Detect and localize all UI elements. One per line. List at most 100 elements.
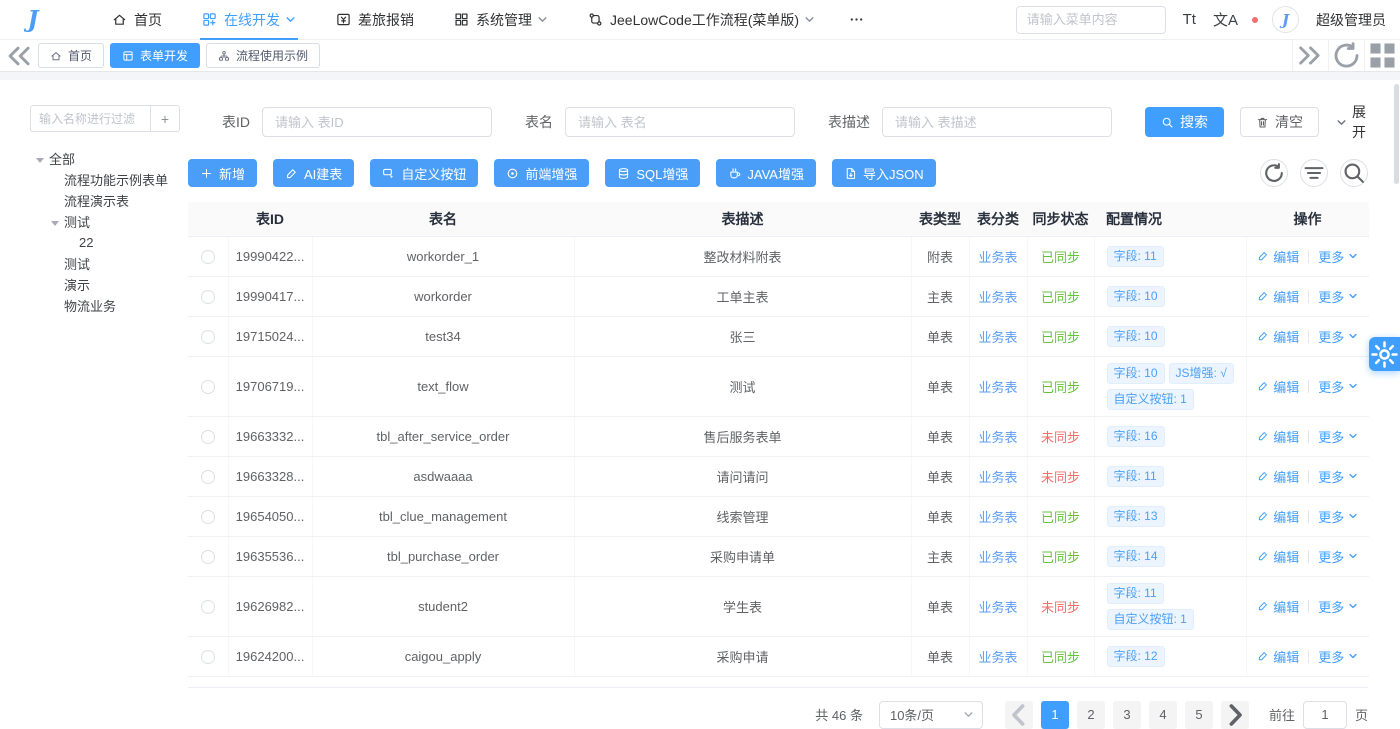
more-button[interactable]: 更多 xyxy=(1318,467,1358,486)
toolbar-button-6[interactable]: 导入JSON xyxy=(832,159,936,187)
clear-button[interactable]: 清空 xyxy=(1240,107,1319,137)
tree-node-4[interactable]: 22 xyxy=(30,232,180,253)
search-field-input-0[interactable] xyxy=(262,107,492,137)
nav-item-0[interactable]: 首页 xyxy=(92,0,182,39)
toolbar-button-3[interactable]: 前端增强 xyxy=(494,159,589,187)
more-button[interactable]: 更多 xyxy=(1318,377,1358,396)
more-button[interactable]: 更多 xyxy=(1318,247,1358,266)
row-radio[interactable] xyxy=(201,380,215,394)
more-button[interactable]: 更多 xyxy=(1318,427,1358,446)
table-row-7[interactable]: 19635536...tbl_purchase_order采购申请单主表业务表已… xyxy=(188,536,1369,576)
cell-table-category[interactable]: 业务表 xyxy=(969,576,1027,636)
nav-item-2[interactable]: 差旅报销 xyxy=(316,0,434,39)
cell-table-category[interactable]: 业务表 xyxy=(969,496,1027,536)
row-radio[interactable] xyxy=(201,250,215,264)
page-button-1[interactable]: 1 xyxy=(1041,701,1069,729)
table-row-6[interactable]: 19654050...tbl_clue_management线索管理单表业务表已… xyxy=(188,496,1369,536)
table-row-9[interactable]: 19624200...caigou_apply采购申请单表业务表已同步字段: 1… xyxy=(188,636,1369,676)
toolbar-button-1[interactable]: AI建表 xyxy=(273,159,354,187)
app-logo[interactable]: J xyxy=(0,6,66,33)
row-radio[interactable] xyxy=(201,550,215,564)
page-size-select[interactable]: 10条/页 xyxy=(879,701,983,729)
tab-1[interactable]: 表单开发 xyxy=(110,43,200,68)
add-category-button[interactable]: + xyxy=(150,105,180,132)
cell-table-category[interactable]: 业务表 xyxy=(969,636,1027,676)
search-field-input-1[interactable] xyxy=(565,107,795,137)
edit-button[interactable]: 编辑 xyxy=(1257,327,1299,346)
edit-button[interactable]: 编辑 xyxy=(1257,647,1299,666)
nav-item-4[interactable]: JeeLowCode工作流程(菜单版) xyxy=(568,0,835,39)
edit-button[interactable]: 编辑 xyxy=(1257,547,1299,566)
expand-toggle[interactable]: 展开 xyxy=(1336,102,1368,142)
cell-table-category[interactable]: 业务表 xyxy=(969,276,1027,316)
page-button-2[interactable]: 2 xyxy=(1077,701,1105,729)
row-radio[interactable] xyxy=(201,330,215,344)
search-field-input-2[interactable] xyxy=(882,107,1112,137)
more-button[interactable]: 更多 xyxy=(1318,327,1358,346)
cell-table-category[interactable]: 业务表 xyxy=(969,356,1027,416)
username[interactable]: 超级管理员 xyxy=(1316,10,1386,30)
more-button[interactable]: 更多 xyxy=(1318,287,1358,306)
toolbar-button-2[interactable]: 自定义按钮 xyxy=(370,159,478,187)
toolbar-button-0[interactable]: 新增 xyxy=(188,159,257,187)
table-row-0[interactable]: 19990422...workorder_1整改材料附表附表业务表已同步字段: … xyxy=(188,236,1369,276)
edit-button[interactable]: 编辑 xyxy=(1257,427,1299,446)
edit-button[interactable]: 编辑 xyxy=(1257,597,1299,616)
tabs-scroll-right-button[interactable] xyxy=(1292,40,1328,71)
page-button-4[interactable]: 4 xyxy=(1149,701,1177,729)
cell-table-category[interactable]: 业务表 xyxy=(969,236,1027,276)
edit-button[interactable]: 编辑 xyxy=(1257,377,1299,396)
refresh-icon[interactable] xyxy=(1260,159,1288,187)
edit-button[interactable]: 编辑 xyxy=(1257,507,1299,526)
table-row-8[interactable]: 19626982...student2学生表单表业务表未同步字段: 11自定义按… xyxy=(188,576,1369,636)
table-row-3[interactable]: 19706719...text_flow测试单表业务表已同步字段: 10JS增强… xyxy=(188,356,1369,416)
tab-2[interactable]: 流程使用示例 xyxy=(206,43,320,68)
font-size-icon[interactable]: Tt xyxy=(1183,11,1196,28)
tree-filter-input[interactable] xyxy=(30,105,150,132)
edit-button[interactable]: 编辑 xyxy=(1257,467,1299,486)
cell-table-category[interactable]: 业务表 xyxy=(969,536,1027,576)
tree-node-3[interactable]: 测试 xyxy=(30,211,180,232)
row-radio[interactable] xyxy=(201,430,215,444)
nav-item-3[interactable]: 系统管理 xyxy=(434,0,568,39)
row-radio[interactable] xyxy=(201,290,215,304)
tab-layout-button[interactable] xyxy=(1364,40,1400,71)
row-radio[interactable] xyxy=(201,650,215,664)
table-row-4[interactable]: 19663332...tbl_after_service_order售后服务表单… xyxy=(188,416,1369,456)
row-radio[interactable] xyxy=(201,470,215,484)
tree-node-0[interactable]: 全部 xyxy=(30,148,180,169)
search-icon[interactable] xyxy=(1340,159,1368,187)
row-radio[interactable] xyxy=(201,600,215,614)
vertical-scrollbar-thumb[interactable] xyxy=(1394,84,1399,184)
avatar[interactable]: J xyxy=(1272,6,1299,33)
column-settings-icon[interactable] xyxy=(1300,159,1328,187)
language-icon[interactable]: 文A xyxy=(1213,9,1238,30)
tab-0[interactable]: 首页 xyxy=(38,43,104,68)
cell-table-category[interactable]: 业务表 xyxy=(969,456,1027,496)
table-row-5[interactable]: 19663328...asdwaaaa请问请问单表业务表未同步字段: 11编辑更… xyxy=(188,456,1369,496)
tree-node-6[interactable]: 演示 xyxy=(30,274,180,295)
next-page-button[interactable] xyxy=(1221,701,1249,729)
cell-table-category[interactable]: 业务表 xyxy=(969,316,1027,356)
tree-node-2[interactable]: 流程演示表 xyxy=(30,190,180,211)
menu-search-input[interactable] xyxy=(1016,6,1166,34)
edit-button[interactable]: 编辑 xyxy=(1257,247,1299,266)
nav-more-button[interactable] xyxy=(835,0,878,39)
tree-node-5[interactable]: 测试 xyxy=(30,253,180,274)
table-row-2[interactable]: 19715024...test34张三单表业务表已同步字段: 10编辑更多 xyxy=(188,316,1369,356)
page-button-3[interactable]: 3 xyxy=(1113,701,1141,729)
more-button[interactable]: 更多 xyxy=(1318,507,1358,526)
toolbar-button-5[interactable]: JAVA增强 xyxy=(716,159,816,187)
more-button[interactable]: 更多 xyxy=(1318,597,1358,616)
more-button[interactable]: 更多 xyxy=(1318,647,1358,666)
toolbar-button-4[interactable]: SQL增强 xyxy=(605,159,700,187)
settings-fab[interactable] xyxy=(1369,337,1400,371)
page-button-5[interactable]: 5 xyxy=(1185,701,1213,729)
tab-refresh-button[interactable] xyxy=(1328,40,1364,71)
goto-page-input[interactable] xyxy=(1303,701,1347,729)
tree-node-7[interactable]: 物流业务 xyxy=(30,295,180,316)
row-radio[interactable] xyxy=(201,510,215,524)
search-button[interactable]: 搜索 xyxy=(1145,107,1224,137)
tabs-scroll-left-button[interactable] xyxy=(0,40,36,71)
prev-page-button[interactable] xyxy=(1005,701,1033,729)
